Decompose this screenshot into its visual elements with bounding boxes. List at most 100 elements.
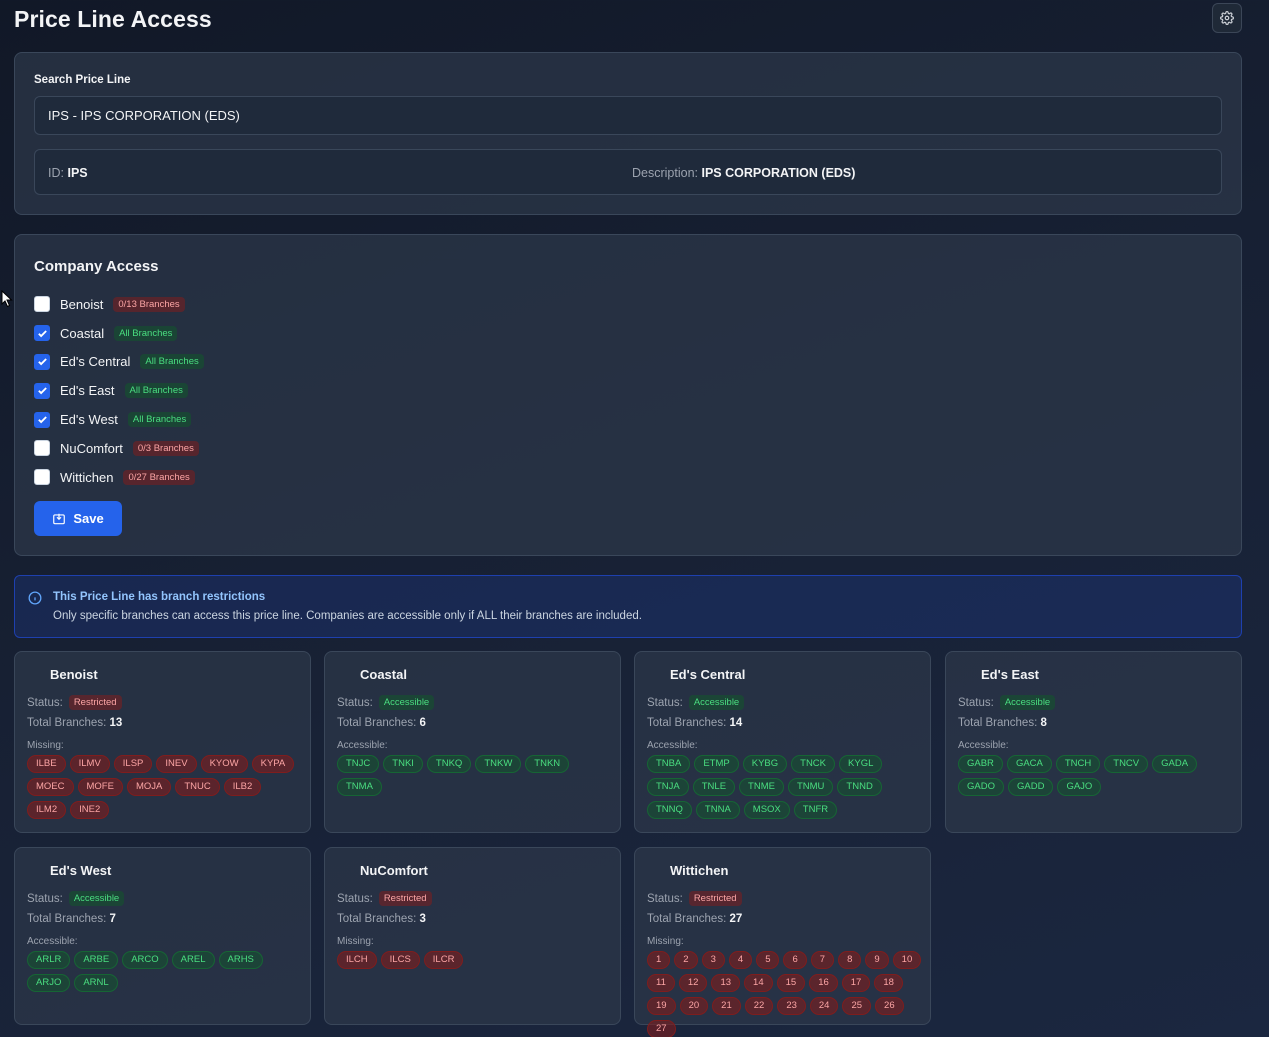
- company-item[interactable]: Benoist 0/13 Branches: [34, 290, 204, 319]
- branch-chip: GADD: [1007, 778, 1054, 796]
- branch-chip-list: 1 2 3 4 5 6 7 8 9 10 11 12 13 14 15 16 17 18 19 20 21 22 23 24 2…: [647, 951, 922, 1037]
- branch-chip: 23: [777, 997, 806, 1015]
- company-name: Coastal: [60, 325, 105, 341]
- card-title: Ed's West: [50, 863, 112, 878]
- check-icon: [37, 330, 47, 338]
- branch-chip: TNUC: [175, 778, 220, 796]
- branch-chip: INE2: [70, 801, 110, 819]
- company-item[interactable]: Ed's East All Branches: [34, 376, 204, 405]
- branch-chip: ILBE: [27, 755, 66, 773]
- branch-chip: KYGL: [839, 755, 883, 773]
- price-line-description: Description: IPS CORPORATION (EDS): [632, 166, 856, 180]
- branch-chip: 3: [701, 951, 725, 969]
- branch-chip: 9: [865, 951, 889, 969]
- branch-chip: MOFE: [77, 778, 123, 796]
- card-total-branches: Total Branches: 14: [647, 717, 743, 729]
- branch-chip: GABR: [958, 755, 1003, 773]
- branch-chip: TNLE: [692, 778, 736, 796]
- save-button[interactable]: Save: [34, 501, 122, 536]
- company-item[interactable]: Ed's West All Branches: [34, 405, 204, 434]
- branch-chip: AREL: [171, 951, 215, 969]
- company-checkbox[interactable]: [34, 411, 50, 428]
- branch-chip: ARCO: [122, 951, 168, 969]
- branch-chip: 11: [647, 974, 675, 992]
- mouse-cursor-icon: [1, 290, 13, 308]
- company-checkbox[interactable]: [34, 469, 50, 486]
- info-icon: [28, 591, 42, 605]
- company-card: Ed's Central Status: Accessible Total Branc…: [634, 651, 931, 833]
- search-input[interactable]: [34, 96, 1222, 135]
- company-access-panel: Company Access Benoist 0/13 Branches Coast…: [14, 234, 1242, 556]
- company-name: Ed's West: [60, 412, 118, 428]
- branch-count-badge: 0/3 Branches: [132, 440, 199, 456]
- branch-chip: TNNA: [695, 801, 740, 819]
- branch-chip: ILB2: [223, 778, 262, 796]
- price-line-info: ID: IPS Description: IPS CORPORATION (ED…: [34, 149, 1222, 195]
- branch-chip: 14: [744, 974, 773, 992]
- status-badge: Accessible: [68, 891, 125, 906]
- branch-chip: MSOX: [743, 801, 790, 819]
- company-item[interactable]: Wittichen 0/27 Branches: [34, 463, 204, 492]
- branch-chip: GACA: [1006, 755, 1052, 773]
- company-card: NuComfort Status: Restricted Total Branches…: [324, 847, 621, 1025]
- card-list-label: Accessible:: [337, 740, 388, 751]
- branch-chip-list: ILCH ILCS ILCR: [337, 951, 612, 969]
- card-title: Wittichen: [670, 863, 729, 878]
- company-access-title: Company Access: [34, 258, 159, 275]
- branch-chip: TNKN: [525, 755, 570, 773]
- branch-chip: 5: [756, 951, 780, 969]
- branch-chip: 20: [679, 997, 709, 1015]
- branch-chip: TNKI: [383, 755, 423, 773]
- branch-chip-list: ARLR ARBE ARCO AREL ARHS ARJO ARNL: [27, 951, 302, 992]
- company-item[interactable]: Ed's Central All Branches: [34, 348, 204, 377]
- branch-chip: GADA: [1152, 755, 1198, 773]
- branch-chip: ILCH: [337, 951, 377, 969]
- branch-chip: 8: [838, 951, 862, 969]
- branch-chip: 15: [776, 974, 806, 992]
- branch-chip: 27: [647, 1020, 676, 1037]
- branch-chip: TNJC: [337, 755, 380, 773]
- card-list-label: Missing:: [337, 936, 374, 947]
- branch-chip: 18: [874, 974, 903, 992]
- search-panel: Search Price Line ID: IPS Description: I…: [14, 52, 1242, 215]
- branch-chip: GADO: [958, 778, 1004, 796]
- company-checkbox[interactable]: [34, 296, 50, 313]
- branch-chip: ARNL: [74, 974, 118, 992]
- branch-chip-list: GABR GACA TNCH TNCV GADA GADO GADD GAJO: [958, 755, 1233, 796]
- company-checkbox[interactable]: [34, 382, 50, 399]
- card-total-branches: Total Branches: 27: [647, 913, 743, 925]
- card-title: Ed's Central: [670, 667, 746, 682]
- branch-chip: TNKQ: [426, 755, 472, 773]
- branch-chip: TNNQ: [647, 801, 692, 819]
- company-checkbox[interactable]: [34, 440, 50, 457]
- branch-chip: KYOW: [200, 755, 248, 773]
- save-icon: [53, 513, 66, 524]
- company-item[interactable]: NuComfort 0/3 Branches: [34, 434, 204, 463]
- branch-chip: ILMV: [69, 755, 110, 773]
- card-status: Status: Accessible: [647, 695, 745, 710]
- save-button-label: Save: [73, 511, 104, 526]
- branch-chip: MOEC: [27, 778, 74, 796]
- company-checkbox[interactable]: [34, 325, 50, 342]
- company-item[interactable]: Coastal All Branches: [34, 319, 204, 348]
- check-icon: [37, 387, 47, 395]
- company-name: NuComfort: [60, 440, 123, 456]
- branch-chip: TNMU: [787, 778, 834, 796]
- branch-chip: ARBE: [74, 951, 119, 969]
- branch-chip: 10: [892, 951, 922, 969]
- company-checkbox[interactable]: [34, 353, 50, 370]
- check-icon: [37, 358, 47, 366]
- branch-chip: TNJA: [647, 778, 689, 796]
- branch-chip: TNCK: [791, 755, 836, 773]
- branch-chip: TNMA: [337, 778, 382, 796]
- card-title: Ed's East: [981, 667, 1040, 682]
- status-badge: Restricted: [688, 891, 742, 906]
- status-badge: Accessible: [378, 695, 435, 710]
- branch-chip: TNCV: [1104, 755, 1149, 773]
- check-icon: [37, 416, 47, 424]
- settings-button[interactable]: [1212, 3, 1242, 33]
- branch-chip-list: ILBE ILMV ILSP INEV KYOW KYPA MOEC MOFE MOJA TNUC…: [27, 755, 302, 819]
- branch-chip: 7: [810, 951, 835, 969]
- branch-count-badge: All Branches: [140, 354, 204, 370]
- notice-body: Only specific branches can access this p…: [53, 610, 642, 622]
